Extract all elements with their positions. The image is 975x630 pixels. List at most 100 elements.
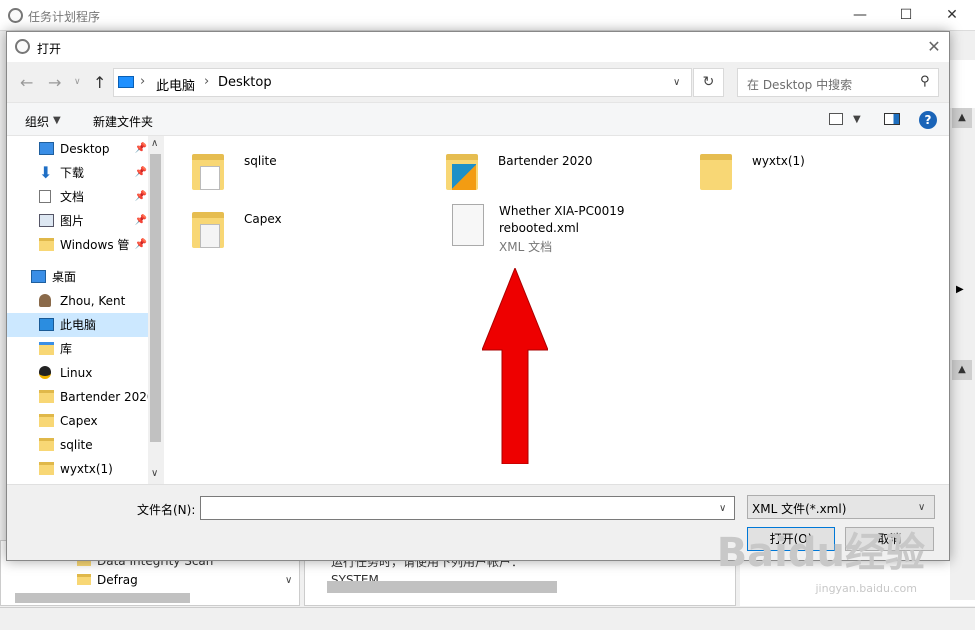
search-icon[interactable]: ⚲ xyxy=(920,74,930,89)
pin-icon[interactable]: 📌 xyxy=(135,137,147,161)
nav-item-label: wyxtx(1) xyxy=(60,462,113,476)
chevron-down-icon[interactable]: ∨ xyxy=(673,77,680,88)
file-name: sqlite xyxy=(244,154,277,168)
desktop-icon xyxy=(39,142,54,155)
filetype-value: XML 文件(*.xml) xyxy=(752,502,847,516)
bartender-logo-icon xyxy=(452,164,476,190)
folder-preview-icon xyxy=(200,166,220,190)
chevron-down-icon[interactable]: ∨ xyxy=(719,503,726,514)
computer-icon xyxy=(39,318,54,331)
up-icon[interactable]: ↑ xyxy=(93,73,106,92)
breadcrumb-desktop[interactable]: Desktop xyxy=(218,75,272,90)
nav-item-documents[interactable]: 文档 📌 xyxy=(7,185,149,209)
chevron-down-icon[interactable]: ∨ xyxy=(151,468,158,479)
tree-item-defrag[interactable]: Defrag xyxy=(97,573,138,587)
file-item-sqlite[interactable]: sqlite xyxy=(192,148,422,208)
chevron-up-icon[interactable]: ∧ xyxy=(151,138,158,149)
nav-item-capex[interactable]: Capex xyxy=(7,409,149,433)
maximize-icon[interactable]: ☐ xyxy=(883,0,929,31)
document-icon xyxy=(39,190,51,203)
nav-item-label: Linux xyxy=(60,366,93,380)
filename-label: 文件名(N): xyxy=(137,503,196,517)
nav-item-label: sqlite xyxy=(60,438,93,452)
nav-item-this-pc[interactable]: 此电脑 xyxy=(7,313,149,337)
folder-icon xyxy=(77,574,91,585)
chevron-down-icon[interactable]: ▼ xyxy=(53,115,61,126)
nav-item-windows[interactable]: Windows 管 📌 xyxy=(7,233,149,257)
view-options-icon[interactable] xyxy=(829,113,843,125)
refresh-button[interactable]: ↻ xyxy=(693,68,724,97)
organize-menu[interactable]: 组织 xyxy=(25,113,49,130)
nav-item-downloads[interactable]: ⬇ 下载 📌 xyxy=(7,161,149,185)
watermark-logo: Baidu经验 xyxy=(716,530,925,576)
folder-icon xyxy=(700,154,732,190)
file-name: Bartender 2020 xyxy=(498,154,593,168)
file-item-bartender[interactable]: Bartender 2020 xyxy=(446,148,676,208)
download-icon: ⬇ xyxy=(39,163,53,182)
file-item-xml[interactable]: Whether XIA-PC0019 rebooted.xml XML 文档 xyxy=(452,202,712,262)
nav-item-sqlite[interactable]: sqlite xyxy=(7,433,149,457)
nav-item-label: Bartender 2020 xyxy=(60,390,149,404)
back-icon[interactable]: ← xyxy=(20,73,33,92)
nav-item-desktop[interactable]: Desktop 📌 xyxy=(7,137,149,161)
close-icon[interactable]: ✕ xyxy=(929,0,975,31)
folder-preview-icon xyxy=(200,224,220,248)
refresh-icon: ↻ xyxy=(702,74,715,90)
file-name-line1: Whether XIA-PC0019 xyxy=(499,204,625,218)
file-name-line2: rebooted.xml xyxy=(499,221,579,235)
scroll-up-icon[interactable]: ▲ xyxy=(952,360,972,380)
pin-icon[interactable]: 📌 xyxy=(135,185,147,209)
nav-pane-scrollbar[interactable]: ∧ ∨ xyxy=(148,136,163,484)
pin-icon[interactable]: 📌 xyxy=(135,209,147,233)
nav-item-label: Zhou, Kent xyxy=(60,294,126,308)
forward-icon[interactable]: → xyxy=(48,73,61,92)
minimize-icon[interactable]: — xyxy=(837,0,883,31)
help-icon[interactable]: ? xyxy=(919,111,937,129)
nav-item-linux[interactable]: Linux xyxy=(7,361,149,385)
nav-item-label: 下载 xyxy=(60,166,85,180)
background-title-bar: 任务计划程序 — ☐ ✕ xyxy=(0,0,975,31)
recent-dropdown-icon[interactable]: ∨ xyxy=(74,77,81,87)
folder-icon xyxy=(39,390,54,403)
chevron-down-icon[interactable]: ▼ xyxy=(853,114,861,125)
library-icon xyxy=(39,342,54,355)
scrollbar-thumb[interactable] xyxy=(150,154,161,442)
nav-item-user[interactable]: Zhou, Kent xyxy=(7,289,149,313)
breadcrumb-separator-icon[interactable]: › xyxy=(140,74,145,89)
nav-item-desktop-root[interactable]: 桌面 xyxy=(7,265,149,289)
folder-icon xyxy=(39,238,54,251)
chevron-down-icon[interactable]: ∨ xyxy=(285,575,292,586)
nav-item-bartender[interactable]: Bartender 2020 xyxy=(7,385,149,409)
close-icon[interactable]: ✕ xyxy=(919,32,949,62)
folder-icon xyxy=(39,438,54,451)
clock-icon xyxy=(15,39,30,54)
address-bar[interactable]: › 此电脑 › Desktop ∨ xyxy=(113,68,692,97)
nav-item-libraries[interactable]: 库 xyxy=(7,337,149,361)
open-dialog: 打开 ✕ ← → ∨ ↑ › 此电脑 › Desktop ∨ ↻ 在 Deskt… xyxy=(6,31,950,561)
file-type-label: XML 文档 xyxy=(499,240,553,254)
chevron-down-icon[interactable]: ∨ xyxy=(918,502,925,513)
chevron-right-icon[interactable]: ▶ xyxy=(956,284,964,295)
horizontal-scrollbar-thumb[interactable] xyxy=(15,593,190,603)
preview-pane-icon[interactable] xyxy=(884,113,900,125)
filetype-select[interactable]: XML 文件(*.xml) ∨ xyxy=(747,495,935,519)
scroll-up-icon[interactable]: ▲ xyxy=(952,108,972,128)
background-window-title: 任务计划程序 xyxy=(28,10,101,24)
background-scrollbar[interactable]: ▲ ▶ ▲ xyxy=(950,108,975,600)
watermark-url: jingyan.baidu.com xyxy=(815,582,917,595)
nav-item-wyxtx[interactable]: wyxtx(1) xyxy=(7,457,149,481)
folder-icon xyxy=(39,462,54,475)
pin-icon[interactable]: 📌 xyxy=(135,161,147,185)
search-input[interactable]: 在 Desktop 中搜索 ⚲ xyxy=(737,68,939,97)
pin-icon[interactable]: 📌 xyxy=(135,233,147,257)
horizontal-scrollbar-thumb[interactable] xyxy=(327,581,557,593)
clock-icon xyxy=(8,8,23,23)
filename-input[interactable]: ∨ xyxy=(200,496,735,520)
linux-icon xyxy=(39,366,51,379)
breadcrumb-separator-icon[interactable]: › xyxy=(204,74,209,89)
breadcrumb-this-pc[interactable]: 此电脑 xyxy=(156,75,195,94)
new-folder-button[interactable]: 新建文件夹 xyxy=(93,113,153,130)
file-item-wyxtx[interactable]: wyxtx(1) xyxy=(700,148,930,208)
nav-item-pictures[interactable]: 图片 📌 xyxy=(7,209,149,233)
file-item-capex[interactable]: Capex xyxy=(192,206,422,266)
